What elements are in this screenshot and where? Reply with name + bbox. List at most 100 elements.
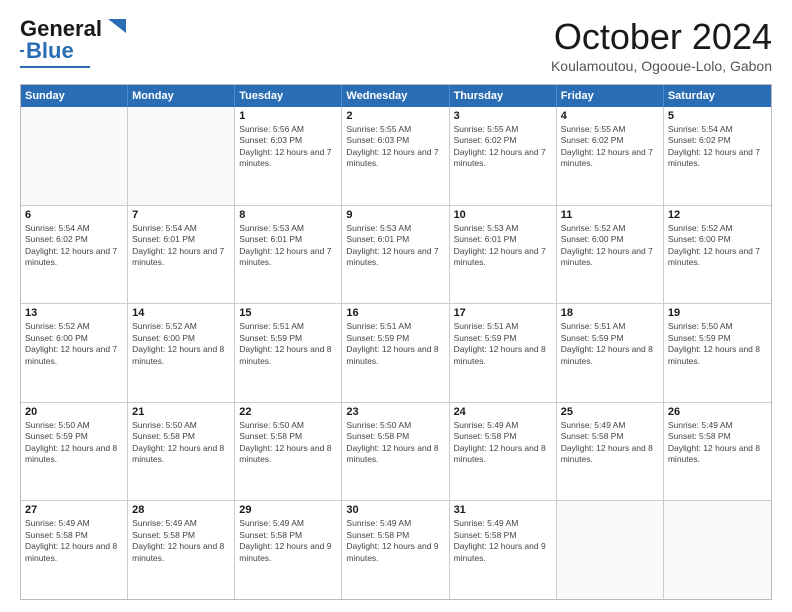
- cal-cell-4-3: 30 Sunrise: 5:49 AM Sunset: 5:58 PM Dayli…: [342, 501, 449, 599]
- header-right: October 2024 Koulamoutou, Ogooue-Lolo, G…: [551, 16, 772, 74]
- calendar: Sunday Monday Tuesday Wednesday Thursday…: [20, 84, 772, 600]
- week-row-3: 13 Sunrise: 5:52 AM Sunset: 6:00 PM Dayli…: [21, 304, 771, 403]
- day-number: 12: [668, 209, 767, 221]
- day-number: 29: [239, 504, 337, 516]
- logo-arrow-icon: [104, 19, 126, 37]
- cal-cell-2-6: 19Sunrise: 5:50 AM Sunset: 5:59 PM Dayli…: [664, 304, 771, 402]
- cal-cell-3-0: 20 Sunrise: 5:50 AM Sunset: 5:59 PM Dayli…: [21, 403, 128, 501]
- day-number: 14: [132, 307, 230, 319]
- cell-content: Sunrise: 5:54 AM Sunset: 6:02 PM Dayligh…: [668, 124, 767, 170]
- cell-content: Sunrise: 5:52 AM Sunset: 6:00 PM Dayligh…: [25, 321, 123, 367]
- cal-cell-0-4: 3Sunrise: 5:55 AM Sunset: 6:02 PM Daylig…: [450, 107, 557, 205]
- day-number: 25: [561, 406, 659, 418]
- cell-content: Sunrise: 5:49 AM Sunset: 5:58 PM Dayligh…: [561, 420, 659, 466]
- cell-content: Sunrise: 5:52 AM Sunset: 6:00 PM Dayligh…: [668, 223, 767, 269]
- day-number: 31: [454, 504, 552, 516]
- cal-cell-1-4: 10 Sunrise: 5:53 AM Sunset: 6:01 PM Dayli…: [450, 206, 557, 304]
- cal-cell-2-5: 18Sunrise: 5:51 AM Sunset: 5:59 PM Dayli…: [557, 304, 664, 402]
- day-number: 8: [239, 209, 337, 221]
- cell-content: Sunrise: 5:52 AM Sunset: 6:00 PM Dayligh…: [132, 321, 230, 367]
- header-monday: Monday: [128, 85, 235, 107]
- cal-cell-0-3: 2 Sunrise: 5:55 AM Sunset: 6:03 PM Daylig…: [342, 107, 449, 205]
- cell-content: Sunrise: 5:54 AM Sunset: 6:01 PM Dayligh…: [132, 223, 230, 269]
- cal-cell-3-6: 26 Sunrise: 5:49 AM Sunset: 5:58 PM Dayli…: [664, 403, 771, 501]
- calendar-border: Sunday Monday Tuesday Wednesday Thursday…: [20, 84, 772, 600]
- cell-content: Sunrise: 5:49 AM Sunset: 5:58 PM Dayligh…: [346, 518, 444, 564]
- day-number: 26: [668, 406, 767, 418]
- cal-cell-4-1: 28Sunrise: 5:49 AM Sunset: 5:58 PM Dayli…: [128, 501, 235, 599]
- logo: General Blue: [20, 16, 126, 68]
- cell-content: Sunrise: 5:51 AM Sunset: 5:59 PM Dayligh…: [239, 321, 337, 367]
- day-number: 2: [346, 110, 444, 122]
- day-number: 5: [668, 110, 767, 122]
- cell-content: Sunrise: 5:49 AM Sunset: 5:58 PM Dayligh…: [25, 518, 123, 564]
- cal-cell-3-4: 24Sunrise: 5:49 AM Sunset: 5:58 PM Dayli…: [450, 403, 557, 501]
- day-number: 11: [561, 209, 659, 221]
- cell-content: Sunrise: 5:49 AM Sunset: 5:58 PM Dayligh…: [454, 518, 552, 564]
- cell-content: Sunrise: 5:53 AM Sunset: 6:01 PM Dayligh…: [454, 223, 552, 269]
- day-number: 13: [25, 307, 123, 319]
- cell-content: Sunrise: 5:50 AM Sunset: 5:58 PM Dayligh…: [346, 420, 444, 466]
- cal-cell-2-2: 15 Sunrise: 5:51 AM Sunset: 5:59 PM Dayli…: [235, 304, 342, 402]
- day-number: 16: [346, 307, 444, 319]
- cal-cell-2-0: 13 Sunrise: 5:52 AM Sunset: 6:00 PM Dayli…: [21, 304, 128, 402]
- header-sunday: Sunday: [21, 85, 128, 107]
- cell-content: Sunrise: 5:55 AM Sunset: 6:02 PM Dayligh…: [561, 124, 659, 170]
- day-number: 24: [454, 406, 552, 418]
- day-number: 17: [454, 307, 552, 319]
- week-row-4: 20 Sunrise: 5:50 AM Sunset: 5:59 PM Dayli…: [21, 403, 771, 502]
- cell-content: Sunrise: 5:49 AM Sunset: 5:58 PM Dayligh…: [668, 420, 767, 466]
- cal-cell-3-1: 21 Sunrise: 5:50 AM Sunset: 5:58 PM Dayli…: [128, 403, 235, 501]
- cell-content: Sunrise: 5:53 AM Sunset: 6:01 PM Dayligh…: [239, 223, 337, 269]
- day-number: 9: [346, 209, 444, 221]
- day-number: 4: [561, 110, 659, 122]
- logo-blue-text: Blue: [26, 38, 74, 64]
- day-number: 10: [454, 209, 552, 221]
- calendar-header: Sunday Monday Tuesday Wednesday Thursday…: [21, 85, 771, 107]
- cell-content: Sunrise: 5:55 AM Sunset: 6:03 PM Dayligh…: [346, 124, 444, 170]
- cal-cell-3-3: 23 Sunrise: 5:50 AM Sunset: 5:58 PM Dayli…: [342, 403, 449, 501]
- header-thursday: Thursday: [450, 85, 557, 107]
- cell-content: Sunrise: 5:49 AM Sunset: 5:58 PM Dayligh…: [239, 518, 337, 564]
- month-title: October 2024: [551, 16, 772, 58]
- cell-content: Sunrise: 5:50 AM Sunset: 5:59 PM Dayligh…: [668, 321, 767, 367]
- day-number: 1: [239, 110, 337, 122]
- header-friday: Friday: [557, 85, 664, 107]
- day-number: 15: [239, 307, 337, 319]
- cal-cell-1-3: 9Sunrise: 5:53 AM Sunset: 6:01 PM Daylig…: [342, 206, 449, 304]
- cal-cell-4-0: 27 Sunrise: 5:49 AM Sunset: 5:58 PM Dayli…: [21, 501, 128, 599]
- cal-cell-2-1: 14 Sunrise: 5:52 AM Sunset: 6:00 PM Dayli…: [128, 304, 235, 402]
- cal-cell-4-4: 31 Sunrise: 5:49 AM Sunset: 5:58 PM Dayli…: [450, 501, 557, 599]
- header-tuesday: Tuesday: [235, 85, 342, 107]
- calendar-body: 1Sunrise: 5:56 AM Sunset: 6:03 PM Daylig…: [21, 107, 771, 599]
- day-number: 18: [561, 307, 659, 319]
- day-number: 21: [132, 406, 230, 418]
- cal-cell-1-2: 8 Sunrise: 5:53 AM Sunset: 6:01 PM Daylig…: [235, 206, 342, 304]
- cal-cell-4-2: 29 Sunrise: 5:49 AM Sunset: 5:58 PM Dayli…: [235, 501, 342, 599]
- day-number: 27: [25, 504, 123, 516]
- cal-cell-1-0: 6 Sunrise: 5:54 AM Sunset: 6:02 PM Daylig…: [21, 206, 128, 304]
- cal-cell-1-1: 7Sunrise: 5:54 AM Sunset: 6:01 PM Daylig…: [128, 206, 235, 304]
- cal-cell-2-3: 16Sunrise: 5:51 AM Sunset: 5:59 PM Dayli…: [342, 304, 449, 402]
- day-number: 6: [25, 209, 123, 221]
- cal-cell-0-1: [128, 107, 235, 205]
- cal-cell-3-2: 22Sunrise: 5:50 AM Sunset: 5:58 PM Dayli…: [235, 403, 342, 501]
- cell-content: Sunrise: 5:50 AM Sunset: 5:59 PM Dayligh…: [25, 420, 123, 466]
- day-number: 22: [239, 406, 337, 418]
- cal-cell-0-2: 1Sunrise: 5:56 AM Sunset: 6:03 PM Daylig…: [235, 107, 342, 205]
- cell-content: Sunrise: 5:52 AM Sunset: 6:00 PM Dayligh…: [561, 223, 659, 269]
- cal-cell-1-6: 12 Sunrise: 5:52 AM Sunset: 6:00 PM Dayli…: [664, 206, 771, 304]
- week-row-5: 27 Sunrise: 5:49 AM Sunset: 5:58 PM Dayli…: [21, 501, 771, 599]
- cal-cell-0-6: 5 Sunrise: 5:54 AM Sunset: 6:02 PM Daylig…: [664, 107, 771, 205]
- header-wednesday: Wednesday: [342, 85, 449, 107]
- cell-content: Sunrise: 5:50 AM Sunset: 5:58 PM Dayligh…: [132, 420, 230, 466]
- cell-content: Sunrise: 5:54 AM Sunset: 6:02 PM Dayligh…: [25, 223, 123, 269]
- day-number: 20: [25, 406, 123, 418]
- day-number: 30: [346, 504, 444, 516]
- header: General Blue October 2024 Koulamoutou, O…: [20, 16, 772, 74]
- cal-cell-3-5: 25 Sunrise: 5:49 AM Sunset: 5:58 PM Dayli…: [557, 403, 664, 501]
- day-number: 3: [454, 110, 552, 122]
- day-number: 23: [346, 406, 444, 418]
- cell-content: Sunrise: 5:51 AM Sunset: 5:59 PM Dayligh…: [454, 321, 552, 367]
- cal-cell-4-5: [557, 501, 664, 599]
